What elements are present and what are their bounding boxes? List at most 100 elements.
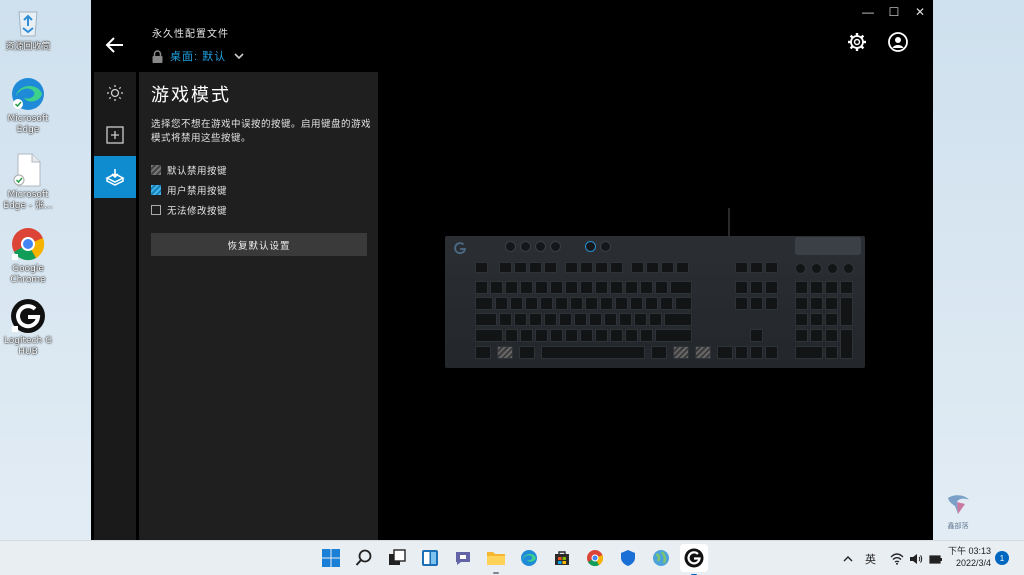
- back-button[interactable]: [103, 33, 127, 57]
- game-mode-button[interactable]: [585, 241, 596, 252]
- profile-selector[interactable]: 永久性配置文件 桌面: 默认: [152, 25, 244, 64]
- keyboard-key[interactable]: [634, 313, 647, 326]
- keyboard-key[interactable]: [825, 329, 838, 342]
- keyboard-key[interactable]: [735, 346, 748, 359]
- keyboard-key[interactable]: [630, 297, 643, 310]
- keyboard-key[interactable]: [825, 281, 838, 294]
- keyboard-key[interactable]: [610, 281, 623, 294]
- keyboard-key[interactable]: [649, 313, 662, 326]
- keyboard-key[interactable]: [559, 313, 572, 326]
- keyboard-key[interactable]: [625, 281, 638, 294]
- taskbar-clock[interactable]: 下午 03:13 2022/3/4: [948, 545, 991, 569]
- keyboard-key[interactable]: [655, 329, 692, 342]
- keyboard-key[interactable]: [475, 297, 493, 310]
- keyboard-key[interactable]: [570, 297, 583, 310]
- keyboard-key[interactable]: [795, 263, 806, 274]
- taskbar-edge[interactable]: [517, 546, 541, 570]
- keyboard-key[interactable]: [540, 297, 553, 310]
- keyboard-key[interactable]: [529, 262, 542, 273]
- keyboard-key[interactable]: [625, 329, 638, 342]
- keyboard-key[interactable]: [811, 263, 822, 274]
- taskbar-defender[interactable]: [616, 546, 640, 570]
- desktop-icon-edge[interactable]: Microsoft Edge: [0, 76, 56, 136]
- keyboard-key[interactable]: [544, 262, 557, 273]
- keyboard-key[interactable]: [497, 346, 513, 359]
- keyboard-key[interactable]: [475, 313, 497, 326]
- keyboard-key[interactable]: [595, 262, 608, 273]
- tray-overflow-chevron-up-icon[interactable]: [843, 552, 859, 566]
- media-button[interactable]: [505, 241, 516, 252]
- keyboard-key[interactable]: [520, 281, 533, 294]
- taskbar-chat[interactable]: [451, 546, 475, 570]
- keyboard-key[interactable]: [640, 281, 653, 294]
- account-button[interactable]: [888, 32, 908, 52]
- keyboard-key[interactable]: [695, 346, 711, 359]
- settings-button[interactable]: [847, 32, 867, 52]
- keyboard-key[interactable]: [520, 329, 533, 342]
- keyboard-key[interactable]: [765, 281, 778, 294]
- rail-item-assignments[interactable]: [94, 114, 136, 156]
- keyboard-key[interactable]: [825, 313, 838, 326]
- keyboard-key[interactable]: [615, 297, 628, 310]
- keyboard-key[interactable]: [519, 346, 535, 359]
- keyboard-key[interactable]: [645, 297, 658, 310]
- taskbar-globe-app[interactable]: [649, 546, 673, 570]
- keyboard-key[interactable]: [840, 297, 853, 326]
- keyboard-key[interactable]: [525, 297, 538, 310]
- keyboard-key[interactable]: [843, 263, 854, 274]
- keyboard-key[interactable]: [810, 297, 823, 310]
- keyboard-key[interactable]: [555, 297, 568, 310]
- keyboard-key[interactable]: [499, 313, 512, 326]
- keyboard-key[interactable]: [529, 313, 542, 326]
- keyboard-key[interactable]: [505, 281, 518, 294]
- keyboard-key[interactable]: [475, 281, 488, 294]
- wifi-icon[interactable]: [890, 552, 904, 565]
- keyboard-key[interactable]: [510, 297, 523, 310]
- keyboard-key[interactable]: [490, 281, 503, 294]
- reset-defaults-button[interactable]: 恢复默认设置: [151, 233, 367, 256]
- keyboard-key[interactable]: [585, 297, 598, 310]
- keyboard-key[interactable]: [475, 262, 488, 273]
- keyboard-key[interactable]: [610, 329, 623, 342]
- keyboard-key[interactable]: [795, 297, 808, 310]
- keyboard-key[interactable]: [514, 262, 527, 273]
- keyboard-key[interactable]: [610, 262, 623, 273]
- keyboard-key[interactable]: [535, 329, 548, 342]
- keyboard-key[interactable]: [750, 346, 763, 359]
- keyboard-key[interactable]: [565, 281, 578, 294]
- keyboard-key[interactable]: [750, 281, 763, 294]
- keyboard-key[interactable]: [619, 313, 632, 326]
- keyboard-key[interactable]: [544, 313, 557, 326]
- keyboard-key[interactable]: [795, 346, 823, 359]
- keyboard-key[interactable]: [664, 313, 692, 326]
- desktop-icon-edge-profile[interactable]: Microsoft Edge - 张...: [0, 152, 56, 212]
- keyboard-key[interactable]: [735, 281, 748, 294]
- keyboard-key[interactable]: [840, 281, 853, 294]
- keyboard-key[interactable]: [550, 329, 563, 342]
- keyboard-key[interactable]: [580, 262, 593, 273]
- brightness-button[interactable]: [600, 241, 611, 252]
- keyboard-key[interactable]: [646, 262, 659, 273]
- keyboard-key[interactable]: [495, 297, 508, 310]
- notification-badge[interactable]: 1: [995, 551, 1009, 565]
- ime-indicator[interactable]: 英: [865, 551, 879, 567]
- keyboard-key[interactable]: [661, 262, 674, 273]
- keyboard-key[interactable]: [589, 313, 602, 326]
- keyboard-key[interactable]: [675, 297, 692, 310]
- keyboard-key[interactable]: [840, 329, 853, 359]
- keyboard-key[interactable]: [795, 281, 808, 294]
- keyboard-key[interactable]: [795, 329, 808, 342]
- taskbar-store[interactable]: [550, 546, 574, 570]
- keyboard-key[interactable]: [825, 297, 838, 310]
- keyboard-key[interactable]: [795, 313, 808, 326]
- keyboard-key[interactable]: [514, 313, 527, 326]
- media-button[interactable]: [550, 241, 561, 252]
- media-button[interactable]: [535, 241, 546, 252]
- keyboard-key[interactable]: [673, 346, 689, 359]
- keyboard-key[interactable]: [655, 281, 668, 294]
- rail-item-game-mode[interactable]: [94, 156, 136, 198]
- keyboard-key[interactable]: [660, 297, 673, 310]
- keyboard-key[interactable]: [565, 329, 578, 342]
- keyboard-key[interactable]: [750, 329, 763, 342]
- keyboard-key[interactable]: [565, 262, 578, 273]
